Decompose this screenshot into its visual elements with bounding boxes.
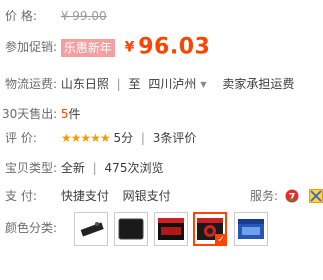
- rating-sep: |: [140, 131, 145, 145]
- payment-label: 支 付:: [5, 189, 37, 203]
- ship-to-dropdown[interactable]: 四川泸州 ▼: [148, 77, 210, 91]
- ship-to: 四川泸州: [148, 77, 197, 91]
- pay-method-quick: 快捷支付: [60, 189, 109, 203]
- ship-to-prefix: 至: [128, 77, 141, 91]
- review-count-link[interactable]: 3条评价: [153, 131, 197, 145]
- sales-label: 30天售出:: [2, 107, 58, 121]
- color-swatch-2[interactable]: [114, 212, 148, 246]
- swatch-image: [118, 218, 144, 240]
- item-condition: 全新: [60, 161, 85, 175]
- sales-unit: 件: [68, 107, 81, 121]
- color-row: 颜色分类:: [5, 218, 57, 238]
- color-swatch-5[interactable]: [234, 212, 268, 246]
- type-sep: |: [92, 161, 97, 175]
- ship-sep: |: [116, 77, 121, 91]
- original-price: ¥ 99.00: [60, 9, 107, 23]
- seven-day-return-icon[interactable]: 7: [285, 189, 299, 209]
- rating-label: 评 价:: [5, 131, 37, 145]
- svg-text:7: 7: [289, 192, 296, 203]
- sales-row: 30天售出: 5件: [2, 104, 80, 124]
- ship-from: 山东日照: [60, 77, 109, 91]
- shipping-label: 物流运费:: [5, 77, 58, 91]
- price-label: 价 格:: [5, 9, 37, 23]
- color-swatch-4-selected[interactable]: ✓: [193, 212, 227, 246]
- view-count: 475次浏览: [104, 161, 164, 175]
- color-swatch-1[interactable]: [74, 212, 108, 246]
- type-label: 宝贝类型:: [5, 161, 58, 175]
- promo-price: 96.03: [138, 34, 211, 60]
- ship-fee: 卖家承担运费: [222, 77, 295, 91]
- shipping-row: 物流运费: 山东日照 | 至 四川泸州 ▼ 卖家承担运费: [5, 74, 294, 94]
- price-row: 价 格: ¥ 99.00: [5, 6, 107, 26]
- swatch-image: [80, 222, 104, 237]
- swatch-image: [158, 218, 184, 240]
- check-icon: ✓: [215, 234, 227, 246]
- color-swatch-3[interactable]: [154, 212, 188, 246]
- chevron-down-icon: ▼: [200, 79, 207, 89]
- rating-stars: ★★★★★: [60, 131, 111, 145]
- rating-score: 5分: [113, 131, 134, 145]
- guarantee-icon[interactable]: [309, 189, 323, 209]
- promo-row: 参加促销: 乐惠新年 ¥ 96.03: [5, 34, 210, 60]
- promo-label: 参加促销:: [5, 40, 58, 54]
- color-label: 颜色分类:: [5, 221, 58, 235]
- rating-row: 评 价: ★★★★★ 5分 | 3条评价: [5, 128, 196, 148]
- service-label: 服务:: [250, 189, 279, 203]
- swatch-image: [238, 219, 264, 239]
- payment-row: 支 付: 快捷支付 网银支付 服务: 7: [5, 186, 323, 206]
- pay-method-bank: 网银支付: [122, 189, 171, 203]
- promo-currency: ¥: [124, 39, 135, 56]
- promo-badge[interactable]: 乐惠新年: [60, 38, 115, 57]
- type-row: 宝贝类型: 全新 | 475次浏览: [5, 158, 163, 178]
